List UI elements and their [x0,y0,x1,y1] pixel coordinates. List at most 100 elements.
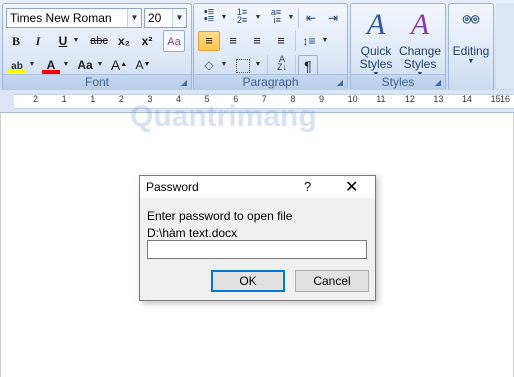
grow-font-button[interactable]: A▲ [109,55,129,75]
align-left-button[interactable]: ≡ [198,31,220,51]
multilevel-list-icon: a≡ i≡ [270,7,282,25]
ruler-number: 1 [61,94,67,104]
editing-group: ⌾⌾ Editing ▼ [448,3,494,91]
chevron-down-icon: ▼ [467,58,475,65]
dialog-title-bar[interactable]: Password ? ✕ [140,176,375,198]
chevron-down-icon[interactable]: ▼ [72,31,80,51]
ruler-number: 11 [376,94,386,104]
chevron-down-icon[interactable]: ▼ [172,9,186,27]
editing-button[interactable]: ⌾⌾ Editing ▼ [451,8,491,72]
underline-button[interactable]: U [55,31,71,51]
dialog-title: Password [146,180,199,194]
clear-formatting-button[interactable]: Aa [163,30,185,52]
chevron-down-icon[interactable]: ▼ [96,55,104,75]
font-name-combo[interactable]: Times New Roman ▼ [6,8,142,28]
dialog-launcher-icon[interactable]: ◢ [434,79,442,87]
chevron-down-icon[interactable]: ▼ [127,9,141,27]
pilcrow-icon: ¶ [304,58,312,74]
change-styles-label: Change Styles [398,44,442,71]
shading-button[interactable]: ◇ [198,55,220,75]
change-styles-button[interactable]: A Change Styles ▼ [397,8,443,78]
shrink-font-letter: A [135,58,144,72]
borders-button[interactable] [232,55,254,75]
paragraph-group: •≡ •≡ ▼ 1≡ 2≡ ▼ a≡ i≡ ▼ ⇤ ⇥ ≡ ≡ ≡ ≡ ↕≡ ▼… [193,3,348,91]
close-icon[interactable]: ✕ [345,177,358,197]
cancel-button[interactable]: Cancel [295,270,369,292]
binoculars-icon: ⌾⌾ [462,11,480,27]
font-group: Times New Roman ▼ 20 ▼ B I U ▼ abc x₂ x²… [2,3,192,91]
paint-bucket-icon: ◇ [204,58,214,72]
chevron-down-icon[interactable]: ▼ [254,8,262,28]
decrease-indent-icon: ⇤ [305,11,317,25]
divider [267,55,268,75]
highlight-button[interactable]: ab [7,55,27,75]
eraser-icon: Aa [167,36,181,48]
align-center-button[interactable]: ≡ [222,31,244,51]
quick-styles-icon: A [366,8,386,41]
font-group-label: Font [3,74,191,90]
line-spacing-icon: ↕≡ [302,34,316,48]
editing-label: Editing [452,44,490,58]
quick-styles-button[interactable]: A Quick Styles ▼ [353,8,399,78]
ruler-number: 13 [433,94,444,104]
bullets-button[interactable]: •≡ •≡ [198,7,220,28]
password-input[interactable] [147,240,367,259]
italic-button[interactable]: I [30,31,46,51]
ruler-number: 12 [404,94,415,104]
ruler-number: 9 [319,94,325,104]
ok-button[interactable]: OK [211,270,285,292]
numbering-button[interactable]: 1≡ 2≡ [231,8,253,28]
styles-group: A Quick Styles ▼ A Change Styles ▼ Style… [350,3,446,91]
quick-styles-label: Quick Styles [359,44,393,71]
divider [295,31,296,51]
styles-group-label: Styles [351,74,445,90]
sort-button[interactable]: A Z↓ [271,55,293,75]
arrow-down-icon: ▼ [143,61,151,68]
help-button[interactable]: ? [304,179,311,194]
superscript-button[interactable]: x² [137,31,157,51]
chevron-down-icon[interactable]: ▼ [321,31,329,51]
change-case-button[interactable]: Aa [74,55,96,75]
watermark-logo: Quantrimang [130,100,317,133]
chevron-down-icon[interactable]: ▼ [220,8,228,28]
dialog-prompt: Enter password to open file [147,209,293,223]
borders-icon [236,58,250,73]
password-dialog: Password ? ✕ Enter password to open file… [139,175,376,301]
arrow-up-icon: ▲ [120,61,128,68]
align-left-icon: ≡ [205,33,213,48]
ribbon-right-edge [496,3,514,89]
font-size-value: 20 [148,11,162,25]
divider [298,8,299,28]
chevron-down-icon[interactable]: ▼ [220,55,228,75]
increase-indent-icon: ⇥ [327,11,339,25]
justify-button[interactable]: ≡ [270,31,292,51]
strikethrough-button[interactable]: abc [87,31,111,51]
align-right-button[interactable]: ≡ [246,31,268,51]
numbering-icon: 1≡ 2≡ [236,7,248,25]
sort-icon: A Z↓ [277,54,287,72]
chevron-down-icon[interactable]: ▼ [287,8,295,28]
chevron-down-icon[interactable]: ▼ [62,55,70,75]
dialog-launcher-icon[interactable]: ◢ [336,79,344,87]
ruler-number: 1 [90,94,96,104]
bold-button[interactable]: B [8,31,24,51]
font-color-button[interactable]: A [41,55,61,75]
dialog-launcher-icon[interactable]: ◢ [180,79,188,87]
justify-icon: ≡ [277,33,285,48]
paragraph-group-label: Paragraph [194,74,347,90]
show-formatting-button[interactable]: ¶ [298,55,318,75]
increase-indent-button[interactable]: ⇥ [323,8,343,28]
ruler-number: 2 [118,94,124,104]
multilevel-list-button[interactable]: a≡ i≡ [265,8,287,28]
line-spacing-button[interactable]: ↕≡ [298,31,320,51]
ruler-number: 16 [500,94,511,104]
chevron-down-icon[interactable]: ▼ [254,55,262,75]
shrink-font-button[interactable]: A▼ [133,55,153,75]
font-name-value: Times New Roman [10,11,112,25]
chevron-down-icon[interactable]: ▼ [28,55,36,75]
divider [295,55,296,75]
font-size-combo[interactable]: 20 ▼ [144,8,187,28]
decrease-indent-button[interactable]: ⇤ [301,8,321,28]
ruler-number: 10 [347,94,358,104]
subscript-button[interactable]: x₂ [114,31,134,51]
